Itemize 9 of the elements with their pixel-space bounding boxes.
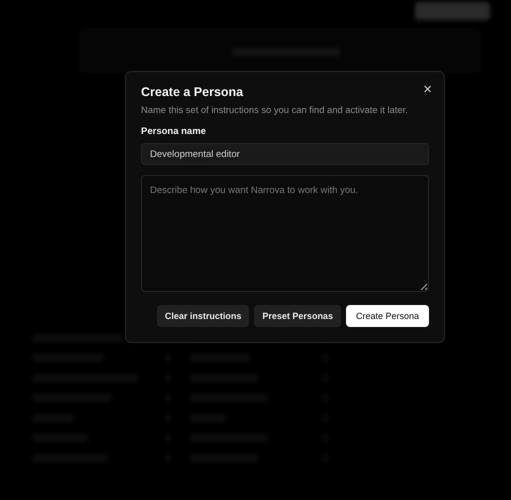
create-button[interactable]: Create Persona <box>346 305 429 327</box>
dialog-description: Name this set of instructions so you can find and activate it later. <box>141 104 409 115</box>
close-button[interactable]: × <box>421 80 434 99</box>
action-button[interactable]: Clear instructions <box>156 305 250 327</box>
field-label: Persona name <box>141 126 207 137</box>
persona-name-field[interactable]: Developmental editor <box>141 143 429 165</box>
instructions-field[interactable]: Describe how you want Narrova to work with you. <box>141 175 429 292</box>
dialog-title: Create a Persona <box>141 85 244 99</box>
action-button[interactable]: Preset Personas <box>254 305 341 327</box>
